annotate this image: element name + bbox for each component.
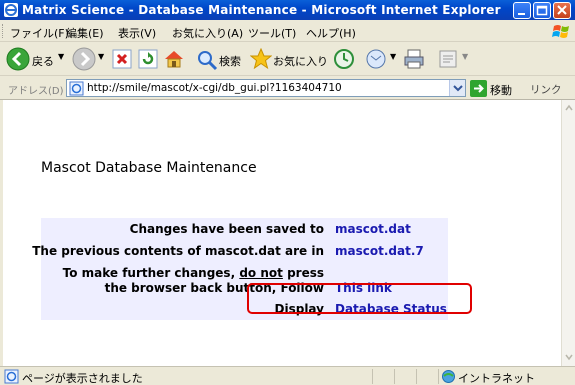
- links-label[interactable]: リンク: [530, 82, 562, 97]
- menu-help[interactable]: ヘルプ(H): [306, 25, 356, 41]
- status-divider: [438, 369, 439, 384]
- ie-icon: [4, 3, 18, 17]
- status-divider: [372, 369, 373, 384]
- stop-icon[interactable]: [112, 49, 132, 69]
- address-bar: アドレス(D) http://smile/mascot/x-cgi/db_gui…: [0, 76, 575, 100]
- favorites-button-label[interactable]: お気に入り: [273, 53, 328, 69]
- further-changes-text-1: To make further changes,: [62, 266, 236, 280]
- favorites-star-icon[interactable]: [250, 48, 272, 70]
- saved-to-value: mascot.dat: [335, 222, 411, 236]
- chevron-down-icon: [453, 85, 463, 92]
- status-divider: [394, 369, 395, 384]
- history-icon[interactable]: [333, 48, 355, 70]
- page-heading: Mascot Database Maintenance: [41, 160, 257, 176]
- menu-grip: [2, 24, 5, 38]
- table-row: The previous contents of mascot.dat are …: [32, 240, 448, 262]
- edit-dropdown-icon[interactable]: ▼: [462, 52, 468, 61]
- go-button-label[interactable]: 移動: [490, 82, 512, 98]
- search-icon[interactable]: [196, 49, 218, 71]
- close-icon: [557, 5, 567, 15]
- print-icon[interactable]: [403, 48, 425, 70]
- address-input[interactable]: http://smile/mascot/x-cgi/db_gui.pl?1163…: [66, 79, 466, 97]
- vertical-scrollbar[interactable]: [561, 100, 575, 366]
- forward-arrow-icon[interactable]: [72, 47, 96, 71]
- maximize-icon: [536, 5, 548, 16]
- page-icon: [69, 81, 84, 96]
- windows-logo-icon: [552, 25, 569, 38]
- menu-bar: ファイル(F) 編集(E) 表示(V) お気に入り(A) ツール(T) ヘルプ(…: [0, 20, 575, 42]
- status-text: ページが表示されました: [22, 372, 143, 385]
- security-zone: イントラネット: [458, 372, 535, 385]
- mail-icon[interactable]: [366, 48, 390, 70]
- toolbar: 戻る ▼ ▼ 検索 お気に入り ▼ ▼: [0, 42, 575, 76]
- address-dropdown-button[interactable]: [449, 80, 465, 96]
- maximize-button[interactable]: [533, 2, 551, 19]
- do-not-text: do not: [239, 266, 283, 280]
- back-arrow-icon[interactable]: [6, 47, 30, 71]
- window-title: Matrix Science - Database Maintenance - …: [22, 3, 501, 17]
- edit-icon[interactable]: [438, 49, 458, 69]
- minimize-button[interactable]: [513, 2, 531, 19]
- address-url[interactable]: http://smile/mascot/x-cgi/db_gui.pl?1163…: [87, 82, 342, 94]
- menu-favorites[interactable]: お気に入り(A): [172, 25, 243, 41]
- status-divider: [416, 369, 417, 384]
- minimize-icon: [518, 13, 525, 15]
- search-button-label[interactable]: 検索: [219, 53, 241, 69]
- title-bar[interactable]: Matrix Science - Database Maintenance - …: [0, 0, 575, 20]
- forward-dropdown-icon[interactable]: ▼: [98, 52, 104, 61]
- highlight-box: [247, 283, 472, 314]
- menu-edit[interactable]: 編集(E): [66, 25, 104, 41]
- back-button-label[interactable]: 戻る: [32, 53, 54, 69]
- scroll-down-icon[interactable]: [564, 352, 574, 362]
- browser-window: Matrix Science - Database Maintenance - …: [0, 0, 575, 385]
- mail-dropdown-icon[interactable]: ▼: [390, 52, 396, 61]
- menu-tools[interactable]: ツール(T): [248, 25, 296, 41]
- previous-contents-value: mascot.dat.7: [335, 244, 424, 258]
- address-label: アドレス(D): [8, 86, 64, 97]
- table-row: Changes have been saved to mascot.dat: [41, 218, 448, 240]
- status-bar: ページが表示されました イントラネット: [0, 366, 575, 385]
- saved-to-label: Changes have been saved to: [129, 222, 324, 236]
- close-button[interactable]: [553, 2, 571, 19]
- intranet-icon: [442, 370, 455, 383]
- go-arrow-icon[interactable]: [470, 80, 487, 97]
- page-content: Mascot Database Maintenance Changes have…: [3, 100, 561, 366]
- further-changes-text-2: press: [287, 266, 324, 280]
- menu-file[interactable]: ファイル(F): [10, 25, 69, 41]
- refresh-icon[interactable]: [138, 49, 158, 69]
- page-done-icon: [4, 369, 19, 384]
- further-changes-label: To make further changes, do not press: [63, 266, 324, 280]
- home-icon[interactable]: [163, 48, 185, 70]
- previous-contents-label: The previous contents of mascot.dat are …: [32, 244, 324, 258]
- back-dropdown-icon[interactable]: ▼: [58, 52, 64, 61]
- menu-view[interactable]: 表示(V): [118, 25, 156, 41]
- scroll-up-icon[interactable]: [564, 103, 574, 113]
